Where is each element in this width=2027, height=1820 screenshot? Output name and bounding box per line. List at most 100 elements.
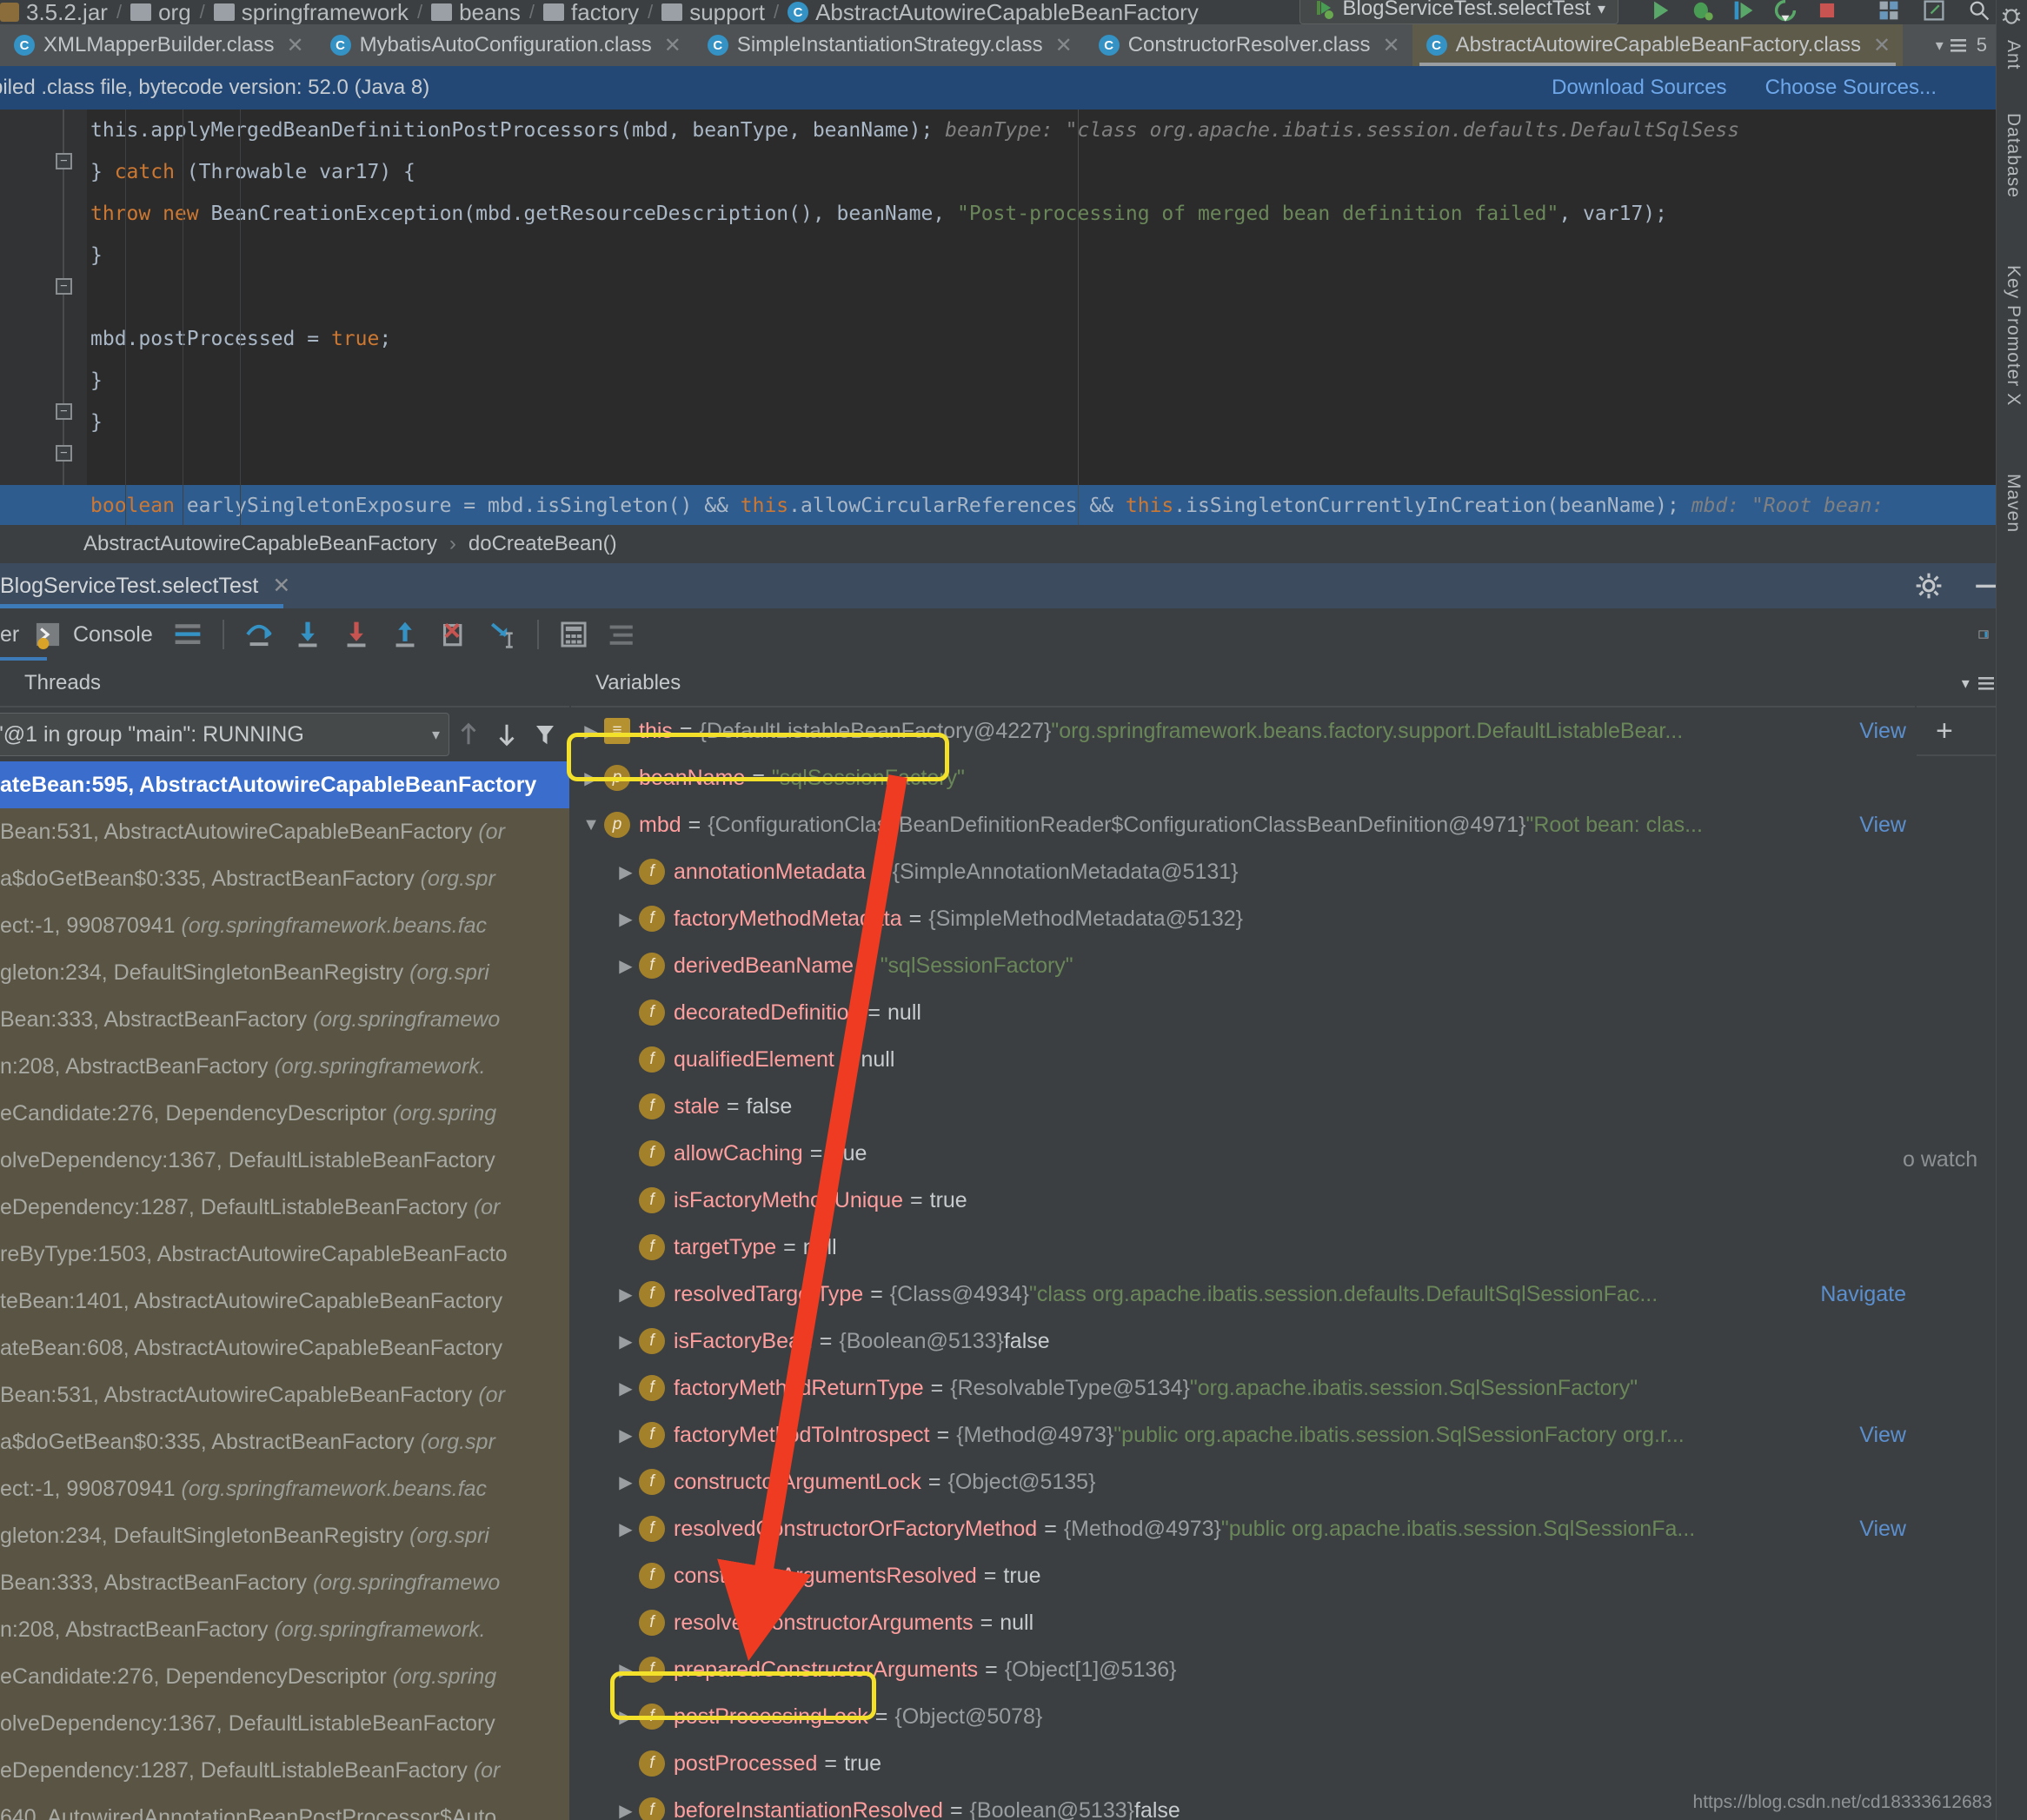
breadcrumb-class-label[interactable]: AbstractAutowireCapableBeanFactory — [83, 532, 437, 556]
variable-row[interactable]: ▶f postProcessed=true — [571, 1740, 1915, 1787]
stack-frame[interactable]: ateBean:608, AbstractAutowireCapableBean… — [0, 1325, 569, 1372]
variable-row[interactable]: ▶f resolvedConstructorArguments=null — [571, 1599, 1915, 1646]
fold-marker-icon[interactable]: − — [56, 278, 72, 295]
chevron-right-icon[interactable]: ▶ — [613, 1518, 639, 1540]
tool-strip-ant[interactable]: Ant — [2003, 40, 2024, 70]
variable-row[interactable]: ▶ f resolvedConstructorOrFactoryMethod = {Me… — [571, 1505, 1915, 1552]
run-to-cursor-icon[interactable] — [478, 612, 527, 657]
step-over-icon[interactable] — [235, 612, 283, 657]
code-editor[interactable]: − − − − − this.applyMergedBeanDefinition… — [0, 110, 2027, 525]
arrow-down-icon[interactable] — [488, 714, 526, 754]
variable-row[interactable]: ▶ ≡ this = {DefaultListableBeanFactory@4227}… — [571, 707, 1915, 754]
chevron-down-icon[interactable]: ▼ — [578, 815, 604, 835]
chevron-right-icon[interactable]: ▶ — [578, 721, 604, 742]
close-icon[interactable]: ✕ — [272, 573, 290, 599]
debug-icon[interactable] — [1689, 0, 1715, 23]
stack-frame[interactable]: eCandidate:276, DependencyDescriptor (or… — [0, 1090, 569, 1137]
variable-row[interactable]: ▶f decoratedDefinition=null — [571, 989, 1915, 1036]
stack-frame[interactable]: Bean:333, AbstractBeanFactory (org.sprin… — [0, 996, 569, 1043]
rerun-icon[interactable] — [1772, 0, 1798, 23]
layout-grid-icon[interactable] — [1876, 0, 1902, 23]
stack-frame[interactable]: olveDependency:1367, DefaultListableBean… — [0, 1137, 569, 1184]
stack-frame[interactable]: Bean:531, AbstractAutowireCapableBeanFac… — [0, 808, 569, 855]
stack-frame[interactable]: reByType:1503, AbstractAutowireCapableBe… — [0, 1231, 569, 1278]
bug-icon[interactable] — [1999, 3, 2024, 28]
breadcrumb-jar[interactable]: 3.5.2.jar — [0, 0, 108, 24]
chevron-right-icon[interactable]: ▶ — [613, 908, 639, 930]
resume-program-icon[interactable] — [1731, 0, 1757, 23]
variable-row[interactable]: ▶f allowCaching=true — [571, 1130, 1915, 1177]
stack-frame[interactable]: Bean:531, AbstractAutowireCapableBeanFac… — [0, 1372, 569, 1418]
file-tab-xmlmapperbuilder[interactable]: C XMLMapperBuilder.class ✕ — [0, 24, 316, 66]
navigate-link[interactable]: Navigate — [1820, 1282, 1915, 1307]
thread-combo-box[interactable]: n"@1 in group "main": RUNNING ▾ — [0, 713, 449, 756]
editor-gutter[interactable]: − − − − − — [0, 110, 87, 525]
evaluate-expression-icon[interactable] — [549, 612, 598, 657]
fold-marker-icon[interactable]: − — [56, 153, 72, 169]
breadcrumb-springframework[interactable]: springframework — [213, 0, 409, 24]
stack-frame[interactable]: ect:-1, 990870941 (org.springframework.b… — [0, 1465, 569, 1512]
stack-frame[interactable]: 640, AutowiredAnnotationBeanPostProcesso… — [0, 1794, 569, 1820]
filter-icon[interactable] — [526, 714, 564, 754]
chevron-right-icon[interactable]: ▶ — [613, 861, 639, 883]
debug-session-tab[interactable]: BlogServiceTest.selectTest ✕ — [0, 563, 309, 608]
tool-strip-database[interactable]: Database — [2003, 113, 2024, 198]
stop-icon[interactable] — [1814, 0, 1840, 23]
tool-strip-key-promoter[interactable]: Key Promoter X — [2003, 265, 2024, 406]
fold-marker-icon[interactable]: − — [56, 445, 72, 462]
variable-row[interactable]: ▶f isFactoryMethodUnique=true — [571, 1177, 1915, 1224]
view-value-link[interactable]: View — [1859, 813, 1915, 838]
settings-list-icon[interactable] — [598, 612, 647, 657]
variable-row[interactable]: ▶ f derivedBeanName = "sqlSessionFactory" — [571, 942, 1915, 989]
variable-row[interactable]: ▶f constructorArgumentsResolved=true — [571, 1552, 1915, 1599]
editor-code-area[interactable]: this.applyMergedBeanDefinitionPostProces… — [87, 110, 2027, 525]
variable-row[interactable]: ▶ f annotationMetadata = {SimpleAnnotationMe… — [571, 848, 1915, 895]
chevron-right-icon[interactable]: ▶ — [613, 1425, 639, 1446]
close-icon[interactable]: ✕ — [286, 33, 303, 58]
stack-frame[interactable]: a$doGetBean$0:335, AbstractBeanFactory (… — [0, 1418, 569, 1465]
frames-icon[interactable] — [163, 612, 212, 657]
stack-frame[interactable]: Bean:333, AbstractBeanFactory (org.sprin… — [0, 1559, 569, 1606]
stack-frame[interactable]: gleton:234, DefaultSingletonBeanRegistry… — [0, 949, 569, 996]
choose-sources-link[interactable]: Choose Sources... — [1765, 76, 1937, 100]
step-out-icon[interactable] — [381, 612, 429, 657]
variable-row[interactable]: ▶ f factoryMethodReturnType = {ResolvableTyp… — [571, 1365, 1915, 1411]
breadcrumb-support[interactable]: support — [661, 0, 765, 24]
chevron-right-icon[interactable]: ▶ — [613, 1659, 639, 1681]
view-value-link[interactable]: View — [1859, 1517, 1915, 1542]
drop-frame-icon[interactable] — [429, 612, 478, 657]
arrow-up-icon[interactable] — [449, 714, 488, 754]
run-configuration-selector[interactable]: BlogServiceTest.selectTest ▾ — [1299, 0, 1618, 24]
gear-icon[interactable] — [1914, 571, 1944, 601]
variable-row[interactable]: ▶f qualifiedElement = null — [571, 1036, 1915, 1083]
debugger-tab-label[interactable]: er — [0, 622, 23, 648]
stack-frame[interactable]: ect:-1, 990870941 (org.springframework.b… — [0, 902, 569, 949]
run-icon[interactable] — [1647, 0, 1673, 23]
add-watch-button[interactable]: + — [1936, 714, 1953, 748]
breadcrumb-class[interactable]: C AbstractAutowireCapableBeanFactory — [788, 0, 1199, 24]
stack-frames-list[interactable]: ateBean:595, AbstractAutowireCapableBean… — [0, 761, 569, 1820]
stack-frame[interactable]: olveDependency:1367, DefaultListableBean… — [0, 1700, 569, 1747]
chevron-right-icon[interactable]: ▶ — [613, 1800, 639, 1820]
step-into-icon[interactable] — [283, 612, 332, 657]
chevron-right-icon[interactable]: ▶ — [613, 1378, 639, 1399]
chevron-right-icon[interactable]: ▶ — [613, 955, 639, 977]
close-icon[interactable]: ✕ — [664, 33, 681, 58]
stack-frame[interactable]: gleton:234, DefaultSingletonBeanRegistry… — [0, 1512, 569, 1559]
breadcrumb-beans[interactable]: beans — [431, 0, 521, 24]
variable-row[interactable]: ▶ f preparedConstructorArguments = {Object[1… — [571, 1646, 1915, 1693]
download-sources-link[interactable]: Download Sources — [1552, 76, 1726, 100]
stack-frame[interactable]: n:208, AbstractBeanFactory (org.springfr… — [0, 1043, 569, 1090]
variable-row[interactable]: ▶f targetType=null — [571, 1224, 1915, 1271]
variable-row[interactable]: ▶ f postProcessingLock = {Object@5078} — [571, 1693, 1915, 1740]
view-value-link[interactable]: View — [1859, 719, 1915, 744]
chevron-right-icon[interactable]: ▶ — [613, 1706, 639, 1728]
stack-frame[interactable]: n:208, AbstractBeanFactory (org.springfr… — [0, 1606, 569, 1653]
close-icon[interactable]: ✕ — [1055, 33, 1073, 58]
view-value-link[interactable]: View — [1859, 1423, 1915, 1448]
stack-frame[interactable]: eCandidate:276, DependencyDescriptor (or… — [0, 1653, 569, 1700]
stack-frame[interactable]: a$doGetBean$0:335, AbstractBeanFactory (… — [0, 855, 569, 902]
breadcrumb-factory[interactable]: factory — [543, 0, 639, 24]
fold-marker-icon[interactable]: − — [56, 403, 72, 420]
chevron-right-icon[interactable]: ▶ — [578, 767, 604, 789]
